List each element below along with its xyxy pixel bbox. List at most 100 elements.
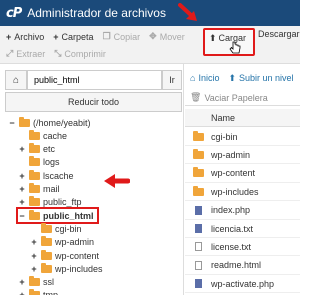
expand-icon[interactable]: + bbox=[30, 237, 38, 247]
tree-item-label: wp-includes bbox=[55, 263, 103, 274]
tree-item-label: mail bbox=[43, 184, 60, 194]
collapse-all-button[interactable]: Reducir todo bbox=[5, 92, 182, 112]
tree-item[interactable]: + wp-content bbox=[30, 249, 99, 262]
toolbar-row-1: + Archivo + Carpeta ❐ Copiar ✥ Mover bbox=[6, 28, 194, 45]
copy-button[interactable]: ❐ Copiar bbox=[103, 31, 141, 42]
expand-icon[interactable]: + bbox=[18, 144, 26, 154]
tree-item-label: cache bbox=[43, 130, 68, 141]
new-file-button[interactable]: + Archivo bbox=[6, 32, 44, 42]
tree-item-label: public_html bbox=[43, 210, 94, 221]
file-row[interactable]: readme.html bbox=[185, 257, 300, 275]
tree-item-label: cgi-bin bbox=[55, 223, 82, 234]
tree-item[interactable]: cgi-bin bbox=[30, 222, 82, 235]
folder-icon bbox=[29, 196, 40, 207]
folder-icon bbox=[41, 262, 52, 273]
home-icon: ⌂ bbox=[12, 74, 20, 86]
tree-item[interactable]: + ssl bbox=[18, 276, 54, 289]
tree-item[interactable]: + public_ftp bbox=[18, 196, 82, 209]
download-button[interactable]: Descargar bbox=[258, 29, 300, 39]
file-row[interactable]: wp-includes bbox=[185, 183, 300, 202]
go-button[interactable]: Ir bbox=[162, 70, 182, 90]
tree-item-label: wp-admin bbox=[55, 237, 95, 248]
toolbar: + Archivo + Carpeta ❐ Copiar ✥ Mover Des… bbox=[0, 26, 300, 64]
folder-icon bbox=[29, 183, 40, 193]
tree-item[interactable]: + wp-admin bbox=[30, 236, 94, 249]
tree-item[interactable]: − (/home/yeabit) bbox=[8, 116, 91, 129]
extract-label: Extraer bbox=[16, 48, 46, 59]
expand-icon[interactable]: + bbox=[18, 290, 26, 295]
home-icon[interactable]: ⌂ bbox=[190, 73, 195, 83]
expand-icon[interactable]: + bbox=[18, 197, 26, 207]
download-label: Descargar bbox=[258, 29, 300, 39]
path-input[interactable] bbox=[27, 70, 162, 90]
compress-label: Comprimir bbox=[64, 48, 106, 59]
home-button[interactable]: ⌂ bbox=[5, 70, 27, 90]
folder-icon bbox=[29, 289, 40, 295]
plus-icon: + bbox=[53, 31, 59, 42]
tree-item[interactable]: logs bbox=[18, 156, 60, 169]
file-type-shape bbox=[194, 260, 202, 270]
folder-icon bbox=[29, 156, 40, 167]
file-row[interactable]: license.txt bbox=[185, 238, 300, 257]
file-row[interactable]: wp-activate.php bbox=[185, 275, 300, 294]
collapse-all-label: Reducir todo bbox=[67, 97, 120, 107]
file-list-panel: ⌂ Inicio ⬆ Subir un nivel 🗑 Vaciar Papel… bbox=[185, 64, 300, 295]
folder-icon bbox=[29, 129, 40, 140]
folder-icon bbox=[185, 148, 211, 159]
tree-item[interactable]: + tmp bbox=[18, 289, 58, 295]
folder-icon bbox=[185, 185, 211, 196]
tree-item[interactable]: cache bbox=[18, 129, 67, 142]
tree-item-label: public_ftp bbox=[43, 197, 82, 208]
new-folder-label: Carpeta bbox=[61, 31, 94, 42]
tree-item[interactable]: + lscache bbox=[18, 169, 74, 182]
compress-icon: ⤡ bbox=[54, 48, 62, 58]
compress-button[interactable]: ⤡ Comprimir bbox=[54, 48, 106, 59]
folder-icon bbox=[29, 143, 40, 154]
cpanel-logo: cP bbox=[6, 5, 22, 21]
expand-icon[interactable]: + bbox=[18, 277, 26, 287]
file-row[interactable]: wp-content bbox=[185, 165, 300, 183]
folder-icon bbox=[185, 130, 211, 141]
file-name: wp-activate.php bbox=[211, 278, 275, 289]
tree-item[interactable]: + mail bbox=[18, 183, 60, 196]
code-file-icon bbox=[185, 279, 211, 289]
collapse-icon[interactable]: − bbox=[18, 211, 26, 221]
expand-icon[interactable]: + bbox=[18, 184, 26, 194]
file-name: index.php bbox=[211, 205, 251, 216]
new-folder-button[interactable]: + Carpeta bbox=[53, 32, 93, 42]
file-nav: ⌂ Inicio ⬆ Subir un nivel bbox=[185, 70, 294, 86]
tree-item[interactable]: + wp-includes bbox=[30, 262, 103, 275]
empty-trash-button[interactable]: 🗑 Vaciar Papelera bbox=[185, 90, 300, 106]
title-bar: cP Administrador de archivos bbox=[0, 0, 300, 26]
copy-label: Copiar bbox=[113, 31, 141, 42]
collapse-icon[interactable]: − bbox=[8, 118, 16, 128]
hand-cursor-icon bbox=[229, 41, 241, 54]
move-button[interactable]: ✥ Mover bbox=[149, 31, 185, 42]
tree-item-selected[interactable]: − public_html bbox=[16, 207, 99, 225]
file-type-shape bbox=[192, 148, 204, 159]
nav-home-link[interactable]: Inicio bbox=[198, 73, 219, 83]
name-column-header[interactable]: Name bbox=[185, 109, 300, 127]
file-row[interactable]: wp-admin bbox=[185, 146, 300, 165]
page-title: Administrador de archivos bbox=[27, 6, 166, 20]
file-row[interactable]: index.php bbox=[185, 202, 300, 220]
file-row[interactable]: cgi-bin bbox=[185, 128, 300, 146]
move-label: Mover bbox=[159, 31, 185, 42]
folder-icon bbox=[29, 169, 40, 180]
file-name: wp-includes bbox=[211, 186, 259, 197]
nav-up-link[interactable]: Subir un nivel bbox=[239, 73, 294, 83]
file-name: wp-admin bbox=[211, 149, 251, 160]
copy-icon: ❐ bbox=[102, 31, 111, 41]
up-arrow-icon[interactable]: ⬆ bbox=[228, 73, 236, 84]
extract-button[interactable]: ⤢ Extraer bbox=[6, 48, 45, 59]
expand-icon[interactable]: + bbox=[30, 264, 38, 274]
file-row[interactable]: licencia.txt bbox=[185, 220, 300, 238]
expand-icon[interactable]: + bbox=[30, 251, 38, 261]
file-type-shape bbox=[194, 224, 202, 233]
tree-item[interactable]: + etc bbox=[18, 143, 55, 156]
directory-tree-panel: ⌂ Ir Reducir todo − (/home/yeabit) cache + e… bbox=[0, 64, 184, 295]
text-file-icon bbox=[185, 260, 211, 270]
code-file-icon bbox=[185, 205, 211, 215]
expand-icon[interactable]: + bbox=[18, 171, 26, 181]
toolbar-row-2: ⤢ Extraer ⤡ Comprimir bbox=[6, 45, 115, 62]
